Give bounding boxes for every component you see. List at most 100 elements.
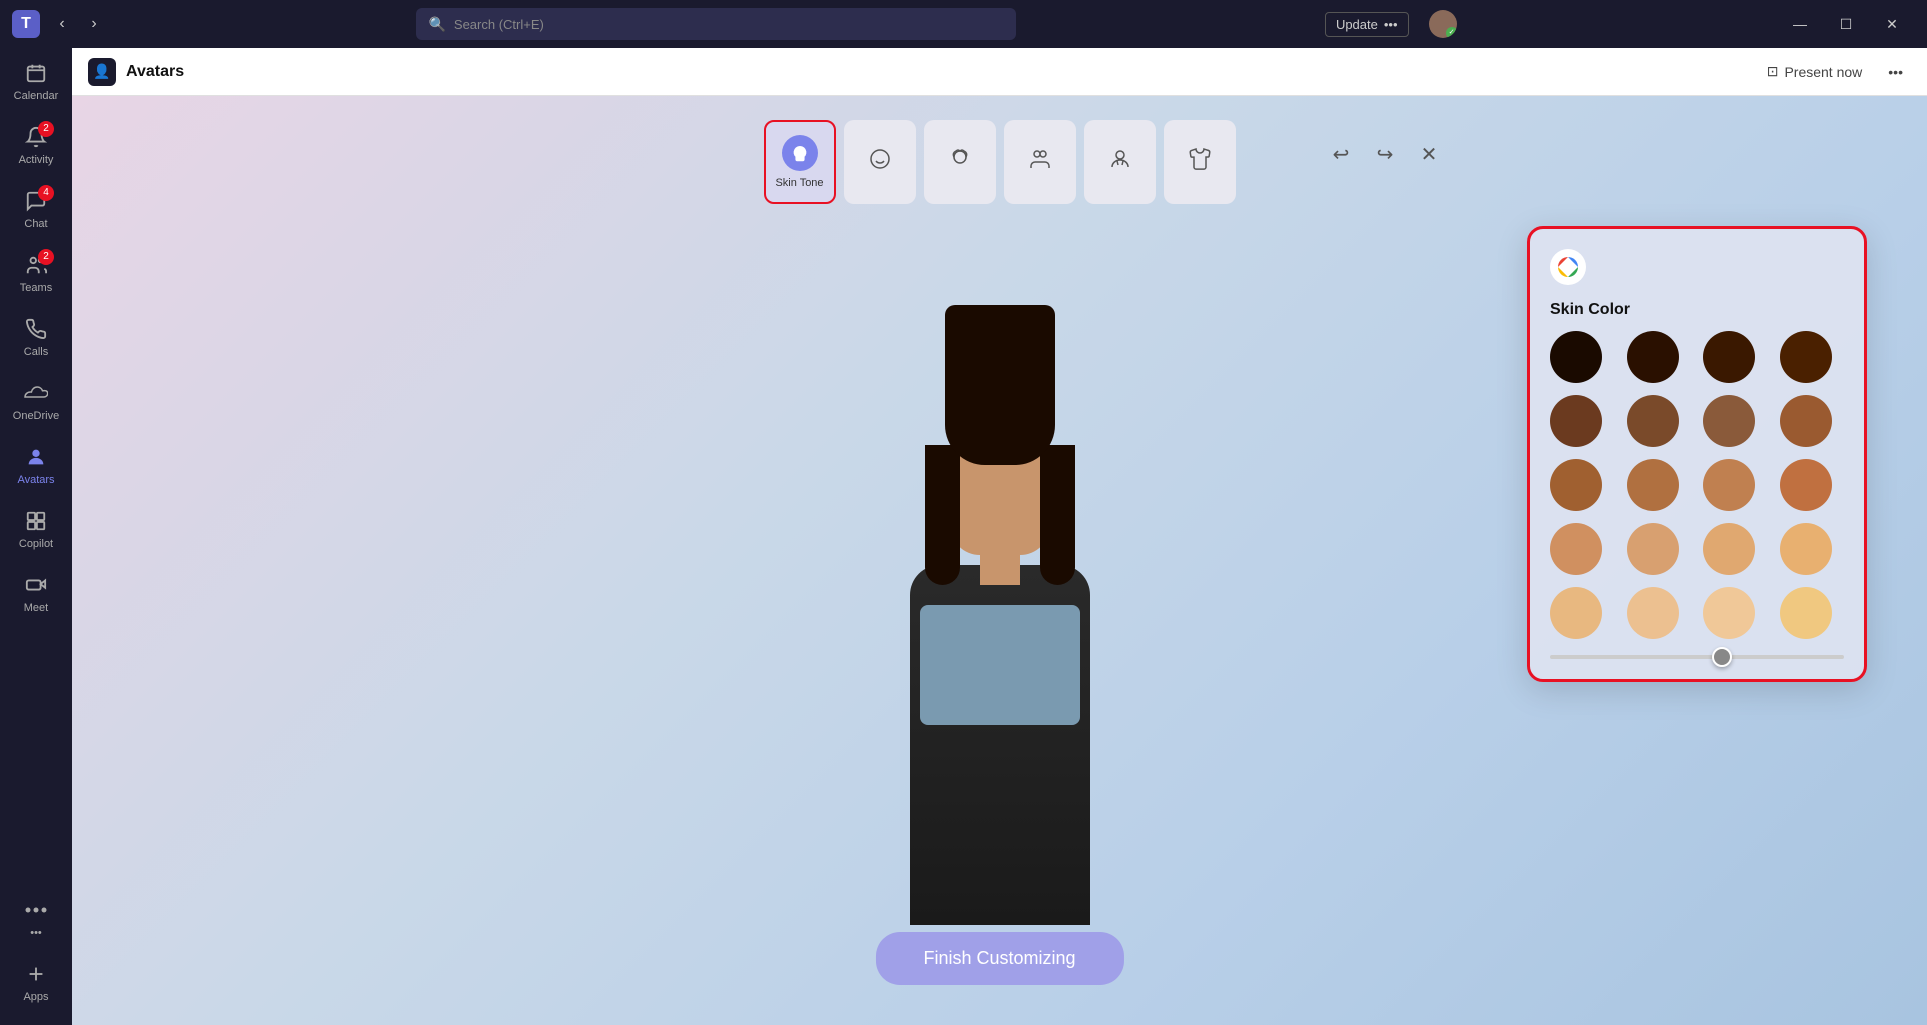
update-button[interactable]: Update ••• bbox=[1325, 12, 1409, 37]
sidebar-item-teams[interactable]: 2 Teams bbox=[0, 240, 72, 304]
skin-swatch-13[interactable] bbox=[1627, 523, 1679, 575]
header-more-button[interactable]: ••• bbox=[1880, 60, 1911, 84]
skin-swatch-1[interactable] bbox=[1627, 331, 1679, 383]
category-body[interactable] bbox=[1004, 120, 1076, 204]
avatar-shirt bbox=[920, 605, 1080, 725]
avatars-icon bbox=[22, 443, 50, 471]
skin-swatch-0[interactable] bbox=[1550, 331, 1602, 383]
avatar-hair bbox=[945, 305, 1055, 465]
sidebar-item-apps[interactable]: Apps bbox=[0, 949, 72, 1013]
skin-swatch-19[interactable] bbox=[1780, 587, 1832, 639]
present-now-label: Present now bbox=[1784, 64, 1862, 80]
category-hair[interactable] bbox=[924, 120, 996, 204]
search-box[interactable]: 🔍 Search (Ctrl+E) bbox=[416, 8, 1016, 40]
skin-swatch-8[interactable] bbox=[1550, 459, 1602, 511]
panel-logo-icon bbox=[1550, 249, 1586, 285]
panel-title: Skin Color bbox=[1550, 301, 1844, 319]
clothing-icon bbox=[1182, 141, 1218, 177]
update-more-icon: ••• bbox=[1384, 17, 1398, 32]
skin-swatch-12[interactable] bbox=[1550, 523, 1602, 575]
sidebar-item-copilot[interactable]: Copilot bbox=[0, 496, 72, 560]
sidebar-item-meet[interactable]: Meet bbox=[0, 560, 72, 624]
redo-button[interactable]: ↪ bbox=[1367, 136, 1403, 172]
avatar-hair-side-left bbox=[925, 445, 960, 585]
skin-swatch-6[interactable] bbox=[1703, 395, 1755, 447]
finish-customizing-button[interactable]: Finish Customizing bbox=[875, 932, 1123, 985]
skin-swatch-10[interactable] bbox=[1703, 459, 1755, 511]
sidebar-item-activity[interactable]: 2 Activity bbox=[0, 112, 72, 176]
back-button[interactable]: ‹ bbox=[48, 10, 76, 38]
avatar-container bbox=[840, 365, 1160, 925]
close-button[interactable]: ✕ bbox=[1869, 16, 1915, 33]
skin-color-panel: Skin Color bbox=[1527, 226, 1867, 682]
profile-avatar[interactable] bbox=[1429, 10, 1457, 38]
activity-icon: 2 bbox=[22, 123, 50, 151]
maximize-button[interactable]: ☐ bbox=[1823, 16, 1869, 33]
header-actions: ⊡ Present now ••• bbox=[1759, 59, 1911, 84]
skin-swatch-2[interactable] bbox=[1703, 331, 1755, 383]
skin-tone-icon bbox=[782, 135, 818, 171]
sidebar: Calendar 2 Activity 4 Chat 2 Teams bbox=[0, 48, 72, 1025]
apps-label: Apps bbox=[23, 991, 48, 1003]
avatar-figure bbox=[860, 385, 1140, 925]
meet-label: Meet bbox=[24, 602, 48, 614]
skin-swatch-4[interactable] bbox=[1550, 395, 1602, 447]
header-more-icon: ••• bbox=[1888, 64, 1903, 80]
category-bar: Skin Tone bbox=[764, 120, 1236, 204]
app: Calendar 2 Activity 4 Chat 2 Teams bbox=[0, 48, 1927, 1025]
content-header: 👤 Avatars ⊡ Present now ••• bbox=[72, 48, 1927, 96]
panel-header bbox=[1550, 249, 1844, 285]
minimize-button[interactable]: — bbox=[1777, 16, 1823, 32]
sidebar-item-onedrive[interactable]: OneDrive bbox=[0, 368, 72, 432]
skin-swatch-5[interactable] bbox=[1627, 395, 1679, 447]
workspace-close-button[interactable]: ✕ bbox=[1411, 136, 1447, 172]
sidebar-item-more[interactable]: ••• bbox=[0, 885, 72, 949]
app-icon: 👤 bbox=[88, 58, 116, 86]
update-label: Update bbox=[1336, 17, 1378, 32]
present-now-button[interactable]: ⊡ Present now bbox=[1759, 59, 1871, 84]
category-accessories[interactable] bbox=[1084, 120, 1156, 204]
category-clothing[interactable] bbox=[1164, 120, 1236, 204]
calls-icon bbox=[22, 315, 50, 343]
copilot-icon bbox=[22, 507, 50, 535]
onedrive-icon bbox=[22, 379, 50, 407]
sidebar-item-calls[interactable]: Calls bbox=[0, 304, 72, 368]
search-icon: 🔍 bbox=[428, 16, 445, 33]
skin-swatch-3[interactable] bbox=[1780, 331, 1832, 383]
slider-thumb[interactable] bbox=[1712, 647, 1732, 667]
skin-swatch-17[interactable] bbox=[1627, 587, 1679, 639]
skin-tone-label: Skin Tone bbox=[775, 177, 823, 189]
skin-swatch-18[interactable] bbox=[1703, 587, 1755, 639]
teams-icon: 2 bbox=[22, 251, 50, 279]
accessories-icon bbox=[1102, 141, 1138, 177]
more-icon bbox=[22, 896, 50, 924]
skin-swatch-11[interactable] bbox=[1780, 459, 1832, 511]
category-skin-tone[interactable]: Skin Tone bbox=[764, 120, 836, 204]
sidebar-item-avatars[interactable]: Avatars bbox=[0, 432, 72, 496]
skin-swatch-7[interactable] bbox=[1780, 395, 1832, 447]
window-controls: — ☐ ✕ bbox=[1777, 16, 1915, 33]
avatar-workspace: Skin Tone bbox=[72, 96, 1927, 1025]
skin-swatch-14[interactable] bbox=[1703, 523, 1755, 575]
teams-label: Teams bbox=[20, 282, 52, 294]
hair-icon bbox=[942, 141, 978, 177]
content-area: 👤 Avatars ⊡ Present now ••• bbox=[72, 48, 1927, 1025]
skin-swatch-16[interactable] bbox=[1550, 587, 1602, 639]
page-title: Avatars bbox=[126, 63, 184, 81]
sidebar-item-calendar[interactable]: Calendar bbox=[0, 48, 72, 112]
chat-label: Chat bbox=[24, 218, 47, 230]
skin-colors-grid bbox=[1550, 331, 1844, 639]
toolbar-actions: ↩ ↪ ✕ bbox=[1323, 136, 1447, 172]
undo-button[interactable]: ↩ bbox=[1323, 136, 1359, 172]
forward-button[interactable]: › bbox=[80, 10, 108, 38]
teams-logo-icon: T bbox=[12, 10, 40, 38]
sidebar-item-chat[interactable]: 4 Chat bbox=[0, 176, 72, 240]
skin-swatch-9[interactable] bbox=[1627, 459, 1679, 511]
category-face[interactable] bbox=[844, 120, 916, 204]
brightness-slider[interactable] bbox=[1550, 655, 1844, 659]
meet-icon bbox=[22, 571, 50, 599]
skin-swatch-15[interactable] bbox=[1780, 523, 1832, 575]
calendar-label: Calendar bbox=[14, 90, 59, 102]
calendar-icon bbox=[22, 59, 50, 87]
apps-icon bbox=[22, 960, 50, 988]
